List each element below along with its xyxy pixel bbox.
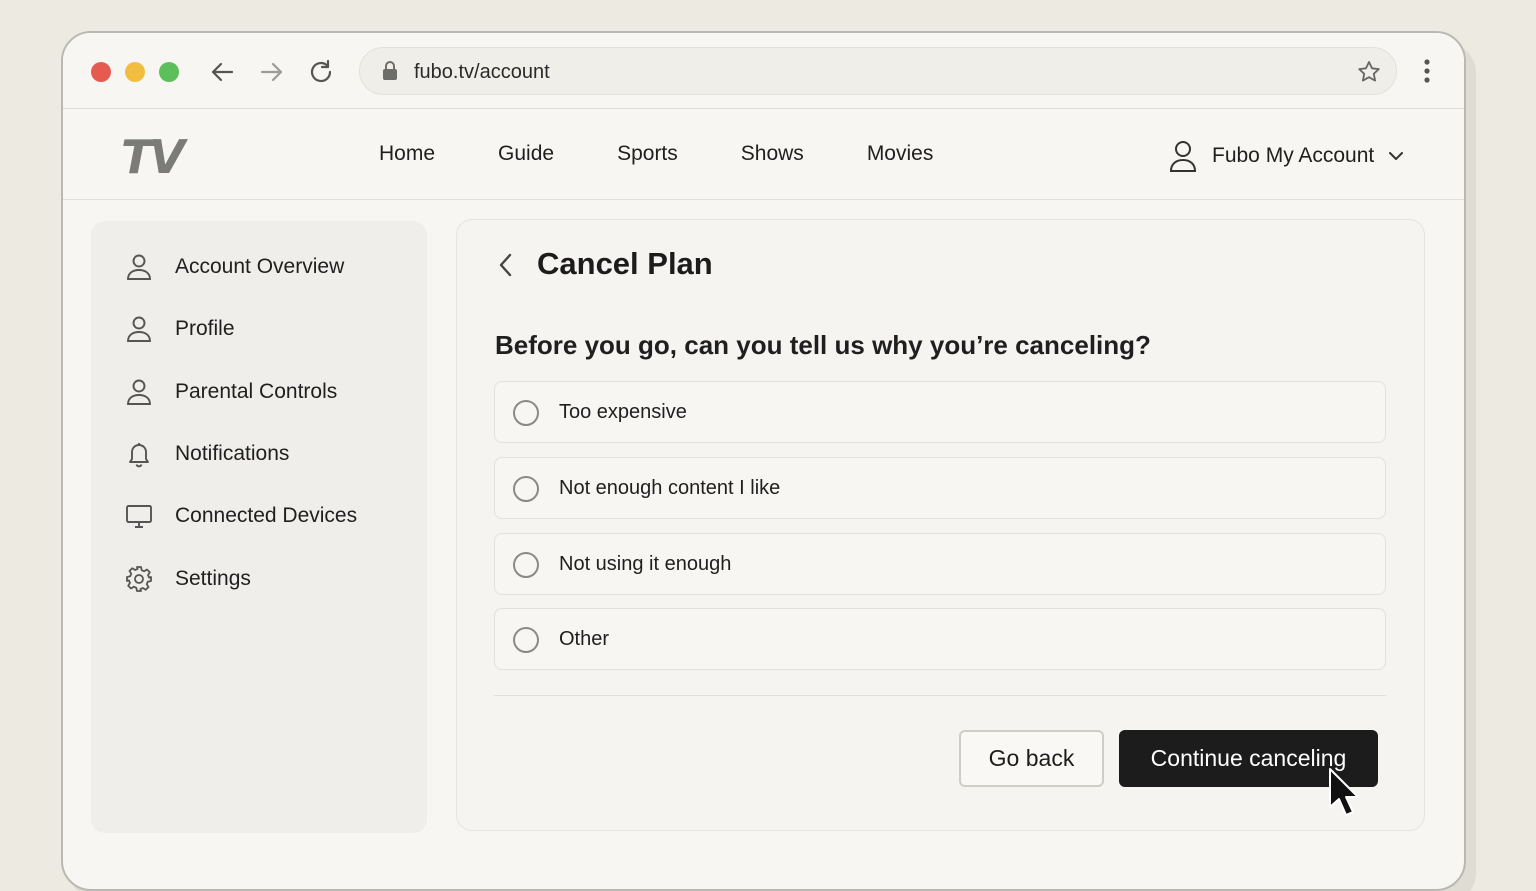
logo[interactable]: TV [121, 130, 185, 184]
radio-button[interactable] [513, 400, 539, 426]
user-icon [127, 254, 151, 280]
reload-icon[interactable] [306, 57, 336, 87]
divider [494, 695, 1386, 696]
browser-toolbar: fubo.tv/account [63, 33, 1464, 109]
star-icon[interactable] [1356, 59, 1382, 85]
reason-option-too-expensive[interactable]: Too expensive [494, 381, 1386, 443]
sidebar-item-parental-controls[interactable]: Parental Controls [125, 378, 337, 406]
cancel-plan-panel: Cancel Plan Before you go, can you tell … [456, 219, 1425, 831]
site-header: TV Home Guide Sports Shows Movies Fubo M… [63, 109, 1464, 200]
mouse-cursor-icon [1329, 768, 1359, 816]
minimize-window-button[interactable] [125, 62, 145, 82]
main-nav: Home Guide Sports Shows Movies [379, 142, 996, 166]
close-window-button[interactable] [91, 62, 111, 82]
radio-button[interactable] [513, 476, 539, 502]
user-icon [127, 316, 151, 342]
radio-button[interactable] [513, 627, 539, 653]
reason-option-label: Not enough content I like [559, 477, 781, 499]
address-bar[interactable]: fubo.tv/account [359, 47, 1397, 95]
nav-sports[interactable]: Sports [617, 142, 678, 166]
forward-arrow-icon[interactable] [256, 57, 286, 87]
sidebar-item-label: Notifications [175, 442, 290, 465]
cancel-reason-question: Before you go, can you tell us why you’r… [495, 330, 1151, 360]
nav-home[interactable]: Home [379, 142, 435, 166]
maximize-window-button[interactable] [159, 62, 179, 82]
nav-movies[interactable]: Movies [867, 142, 934, 166]
sidebar-item-label: Parental Controls [175, 380, 338, 403]
nav-guide[interactable]: Guide [498, 142, 554, 166]
go-back-button[interactable]: Go back [959, 730, 1104, 787]
reason-option-label: Other [559, 628, 610, 650]
sidebar-item-account-overview[interactable]: Account Overview [125, 253, 344, 281]
back-arrow-icon[interactable] [208, 57, 238, 87]
browser-window: fubo.tv/account TV Home Guide Sports Sho… [61, 31, 1466, 891]
sidebar-item-connected-devices[interactable]: Connected Devices [125, 502, 357, 530]
nav-shows[interactable]: Shows [741, 142, 804, 166]
reason-option-other[interactable]: Other [494, 608, 1386, 670]
sidebar-item-label: Connected Devices [175, 504, 358, 527]
sidebar-item-profile[interactable]: Profile [125, 315, 235, 343]
more-vertical-icon[interactable] [1415, 55, 1439, 87]
radio-button[interactable] [513, 552, 539, 578]
account-menu[interactable]: Fubo My Account [1168, 139, 1406, 173]
sidebar-item-settings[interactable]: Settings [125, 565, 251, 593]
reason-option-label: Too expensive [559, 401, 687, 423]
reason-option-label: Not using it enough [559, 553, 732, 575]
gear-icon [126, 566, 152, 592]
sidebar-item-label: Settings [175, 567, 251, 590]
chevron-left-icon[interactable] [493, 250, 519, 280]
monitor-icon [126, 505, 152, 528]
account-sidebar: Account Overview Profile Parental Contro… [91, 221, 427, 833]
sidebar-item-notifications[interactable]: Notifications [125, 440, 289, 468]
reason-option-not-using-enough[interactable]: Not using it enough [494, 533, 1386, 595]
sidebar-item-label: Account Overview [175, 255, 345, 278]
account-menu-label: Fubo My Account [1212, 144, 1375, 167]
bell-icon [129, 443, 149, 468]
sidebar-item-label: Profile [175, 317, 235, 340]
user-icon [1169, 141, 1197, 172]
reason-option-not-enough-content[interactable]: Not enough content I like [494, 457, 1386, 519]
page-title: Cancel Plan [537, 246, 713, 281]
lock-icon [383, 61, 397, 80]
chevron-down-icon [1389, 152, 1404, 160]
user-icon [127, 379, 151, 405]
url-text: fubo.tv/account [414, 61, 550, 83]
